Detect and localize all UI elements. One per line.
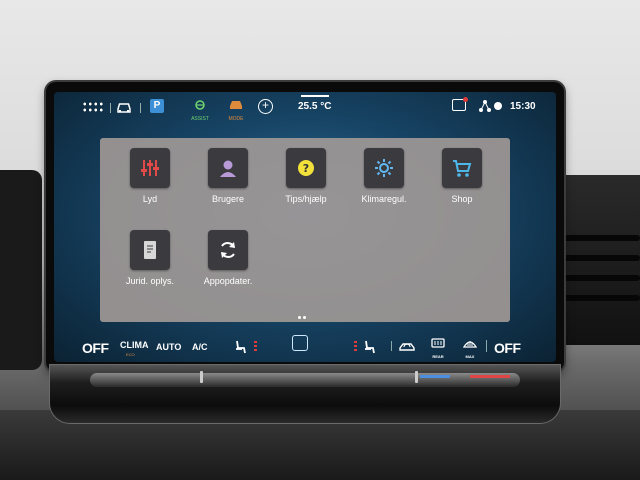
drive-mode-icon[interactable]: MODE	[222, 97, 250, 122]
clock: 15:30	[510, 101, 536, 112]
cart-icon	[442, 148, 482, 188]
svg-text:?: ?	[303, 162, 309, 175]
notification-dot	[463, 97, 468, 102]
slider-notch	[415, 371, 418, 383]
clima-eco-label: ECO	[126, 352, 135, 357]
max-defrost-button[interactable]: MAX	[458, 336, 482, 359]
divider	[110, 103, 111, 113]
app-grid-icon[interactable]	[82, 101, 104, 113]
add-shortcut-icon[interactable]: +	[258, 99, 273, 114]
clima-button[interactable]: CLIMA	[120, 340, 149, 350]
warm-indicator	[470, 375, 510, 378]
page-indicator[interactable]	[297, 306, 313, 319]
recirculation-icon[interactable]	[398, 340, 416, 352]
dashboard-left-panel	[0, 170, 42, 370]
temperature-touch-slider[interactable]	[90, 373, 520, 387]
max-label: MAX	[465, 354, 475, 359]
app-tile-brugere[interactable]: Brugere	[188, 148, 268, 204]
app-tile-appopdater[interactable]: Appopdater.	[188, 230, 268, 286]
front-window-icon	[462, 341, 478, 348]
app-tile-tips[interactable]: ? Tips/hjælp	[266, 148, 346, 204]
temperature-indicator-line	[301, 95, 329, 97]
app-label: Lyd	[142, 194, 158, 204]
vent-slat	[558, 235, 640, 241]
page-dot	[303, 316, 306, 319]
seat-heat-level-left	[254, 341, 257, 353]
divider	[391, 341, 392, 351]
app-label: Tips/hjælp	[285, 194, 327, 204]
app-tile-shop[interactable]: Shop	[422, 148, 502, 204]
assist-label: ASSIST	[191, 116, 209, 122]
climate-off-right-button[interactable]: OFF	[494, 340, 521, 356]
app-label: Brugere	[211, 194, 245, 204]
slider-notch	[200, 371, 203, 383]
climate-sun-icon	[364, 148, 404, 188]
app-label: Klimaregul.	[361, 194, 407, 204]
vent-slat	[558, 295, 640, 301]
rear-window-icon	[431, 338, 445, 348]
car-front-icon	[230, 101, 242, 109]
app-label: Jurid. oplys.	[125, 276, 175, 286]
seat-heat-left-icon[interactable]	[232, 339, 248, 355]
infotainment-bezel: P ASSIST MODE + 25.5 °C 15:30 Lyd Bruger…	[46, 82, 564, 372]
user-icon	[208, 148, 248, 188]
app-menu-panel: Lyd Brugere ? Tips/hjælp Klimaregul. Sho…	[100, 138, 510, 322]
car-icon[interactable]	[116, 100, 132, 114]
vent-slat	[558, 255, 640, 261]
rear-defrost-button[interactable]: REAR	[426, 336, 450, 359]
app-label: Appopdater.	[203, 276, 253, 286]
touch-slider-trim	[50, 365, 560, 423]
ac-button[interactable]: A/C	[192, 342, 208, 352]
driver-assist-icon[interactable]: ASSIST	[186, 97, 214, 122]
steering-wheel-icon	[195, 100, 205, 110]
rear-label: REAR	[432, 354, 444, 359]
app-tile-lyd[interactable]: Lyd	[110, 148, 190, 204]
status-bar: P ASSIST MODE + 25.5 °C 15:30	[54, 92, 556, 122]
sliders-icon	[130, 148, 170, 188]
seat-heat-level-right	[354, 341, 357, 353]
signal-icon	[494, 102, 502, 110]
home-button[interactable]	[292, 335, 308, 351]
page-dot	[298, 316, 301, 319]
refresh-icon	[208, 230, 248, 270]
app-label: Shop	[451, 194, 473, 204]
auto-button[interactable]: AUTO	[156, 342, 181, 352]
app-tile-klima[interactable]: Klimaregul.	[344, 148, 424, 204]
cool-indicator	[420, 375, 450, 378]
app-tile-jurid[interactable]: Jurid. oplys.	[110, 230, 190, 286]
vent-slat	[558, 275, 640, 281]
seat-heat-right-icon[interactable]	[361, 339, 377, 355]
document-icon	[130, 230, 170, 270]
climate-off-left-button[interactable]: OFF	[82, 340, 109, 356]
connectivity-icon[interactable]	[478, 99, 492, 113]
divider	[140, 103, 141, 113]
temperature-readout[interactable]: 25.5 °C	[298, 101, 331, 112]
help-icon: ?	[286, 148, 326, 188]
climate-bar: OFF CLIMA ECO AUTO A/C REAR MAX OFF	[54, 328, 556, 362]
parking-icon[interactable]: P	[150, 99, 164, 113]
mode-label: MODE	[228, 116, 244, 122]
divider	[486, 340, 487, 352]
infotainment-screen: P ASSIST MODE + 25.5 °C 15:30 Lyd Bruger…	[54, 92, 556, 362]
